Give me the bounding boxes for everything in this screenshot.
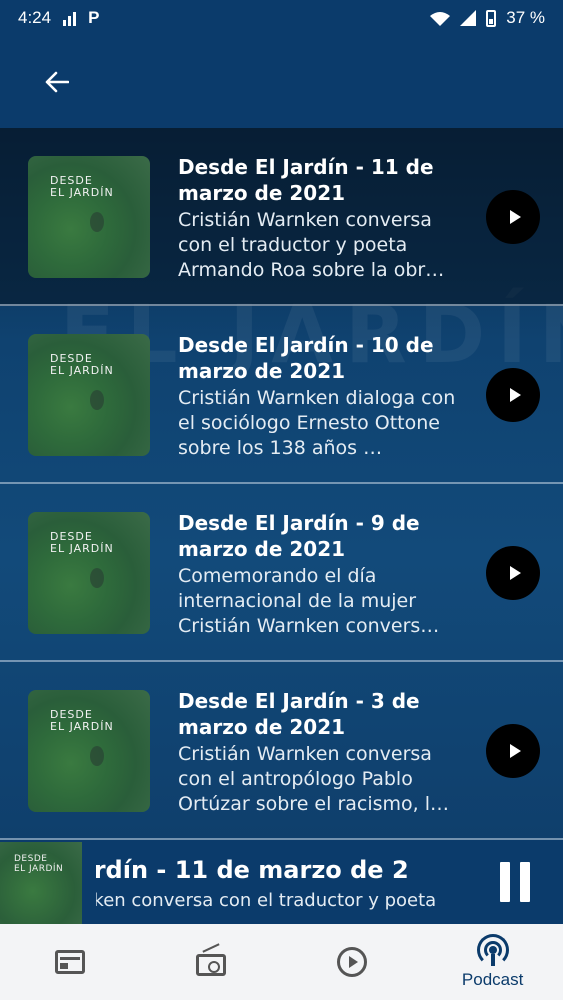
podcast-icon: [476, 934, 509, 966]
news-icon: [55, 950, 86, 974]
episode-description: Comemorando el día internacional de la m…: [178, 565, 440, 637]
episode-list[interactable]: EL JARDÍN DESDE EL JARDÍN Desde El Jardí…: [0, 128, 563, 840]
bottom-navigation: Podcast: [0, 924, 563, 1000]
episode-title: Desde El Jardín - 3 de marzo de 2021: [178, 689, 420, 739]
thumbnail-figure: [90, 390, 104, 410]
play-circle-icon: [336, 947, 367, 977]
episode-thumbnail: DESDE EL JARDÍN: [28, 690, 150, 812]
mini-player-thumbnail: DESDE EL JARDÍN: [0, 842, 82, 924]
status-bar: 4:24 P 37 %: [0, 0, 563, 36]
play-icon: [509, 388, 521, 402]
pause-icon: [500, 862, 510, 902]
episode-title: Desde El Jardín - 11 de marzo de 2021: [178, 155, 434, 205]
play-button[interactable]: [486, 724, 540, 778]
thumbnail-title-line: EL JARDÍN: [50, 364, 114, 377]
play-icon: [509, 210, 521, 224]
play-button[interactable]: [486, 190, 540, 244]
episode-item[interactable]: DESDE EL JARDÍN Desde El Jardín - 11 de …: [0, 128, 563, 306]
mini-player[interactable]: DESDE EL JARDÍN l Jardín - 11 de marzo d…: [0, 840, 563, 924]
status-time: 4:24: [18, 8, 52, 27]
cellular-icon: [460, 10, 477, 26]
signal-strength-icon: [63, 10, 77, 26]
episode-thumbnail: DESDE EL JARDÍN: [28, 334, 150, 456]
episode-description: Cristián Warnken dialoga con el sociólog…: [178, 387, 456, 459]
nav-item-video[interactable]: [282, 924, 423, 1000]
arrow-left-icon: [45, 71, 69, 93]
thumbnail-figure: [90, 212, 104, 232]
radio-icon: [196, 954, 227, 976]
play-icon: [509, 566, 521, 580]
nav-item-news[interactable]: [0, 924, 141, 1000]
battery-icon: [486, 9, 497, 27]
thumbnail-figure: [90, 746, 104, 766]
pause-button[interactable]: [498, 862, 532, 902]
episode-description: Cristián Warnken conversa con el antropó…: [178, 743, 450, 815]
nav-item-radio[interactable]: [141, 924, 282, 1000]
back-button[interactable]: [34, 62, 80, 102]
episode-title: Desde El Jardín - 9 de marzo de 2021: [178, 511, 420, 561]
thumbnail-title-line: EL JARDÍN: [14, 864, 64, 874]
pause-icon-bar: [520, 862, 530, 902]
episode-description: Cristián Warnken conversa con el traduct…: [178, 209, 445, 281]
nav-item-podcast[interactable]: Podcast: [422, 924, 563, 1000]
battery-percent: 37 %: [506, 8, 545, 27]
play-icon: [509, 744, 521, 758]
thumbnail-figure: [90, 568, 104, 588]
thumbnail-title-line: EL JARDÍN: [50, 720, 114, 733]
app-bar: [0, 36, 563, 128]
wifi-icon: [430, 11, 451, 26]
episode-item[interactable]: DESDE EL JARDÍN Desde El Jardín - 9 de m…: [0, 484, 563, 662]
play-button[interactable]: [486, 546, 540, 600]
episode-thumbnail: DESDE EL JARDÍN: [28, 512, 150, 634]
thumbnail-title-line: EL JARDÍN: [50, 186, 114, 199]
thumbnail-title-line: EL JARDÍN: [50, 542, 114, 555]
app-notification-icon: P: [88, 8, 100, 27]
nav-label-podcast: Podcast: [461, 970, 524, 989]
episode-item[interactable]: DESDE EL JARDÍN Desde El Jardín - 10 de …: [0, 306, 563, 484]
mini-player-subtitle: nken conversa con el traductor y poeta: [96, 890, 437, 911]
mini-player-title: l Jardín - 11 de marzo de 2: [96, 856, 409, 884]
episode-thumbnail: DESDE EL JARDÍN: [28, 156, 150, 278]
episode-title: Desde El Jardín - 10 de marzo de 2021: [178, 333, 434, 383]
thumbnail-title-line: DESDE: [14, 854, 48, 864]
episode-item[interactable]: DESDE EL JARDÍN Desde El Jardín - 3 de m…: [0, 662, 563, 840]
play-button[interactable]: [486, 368, 540, 422]
